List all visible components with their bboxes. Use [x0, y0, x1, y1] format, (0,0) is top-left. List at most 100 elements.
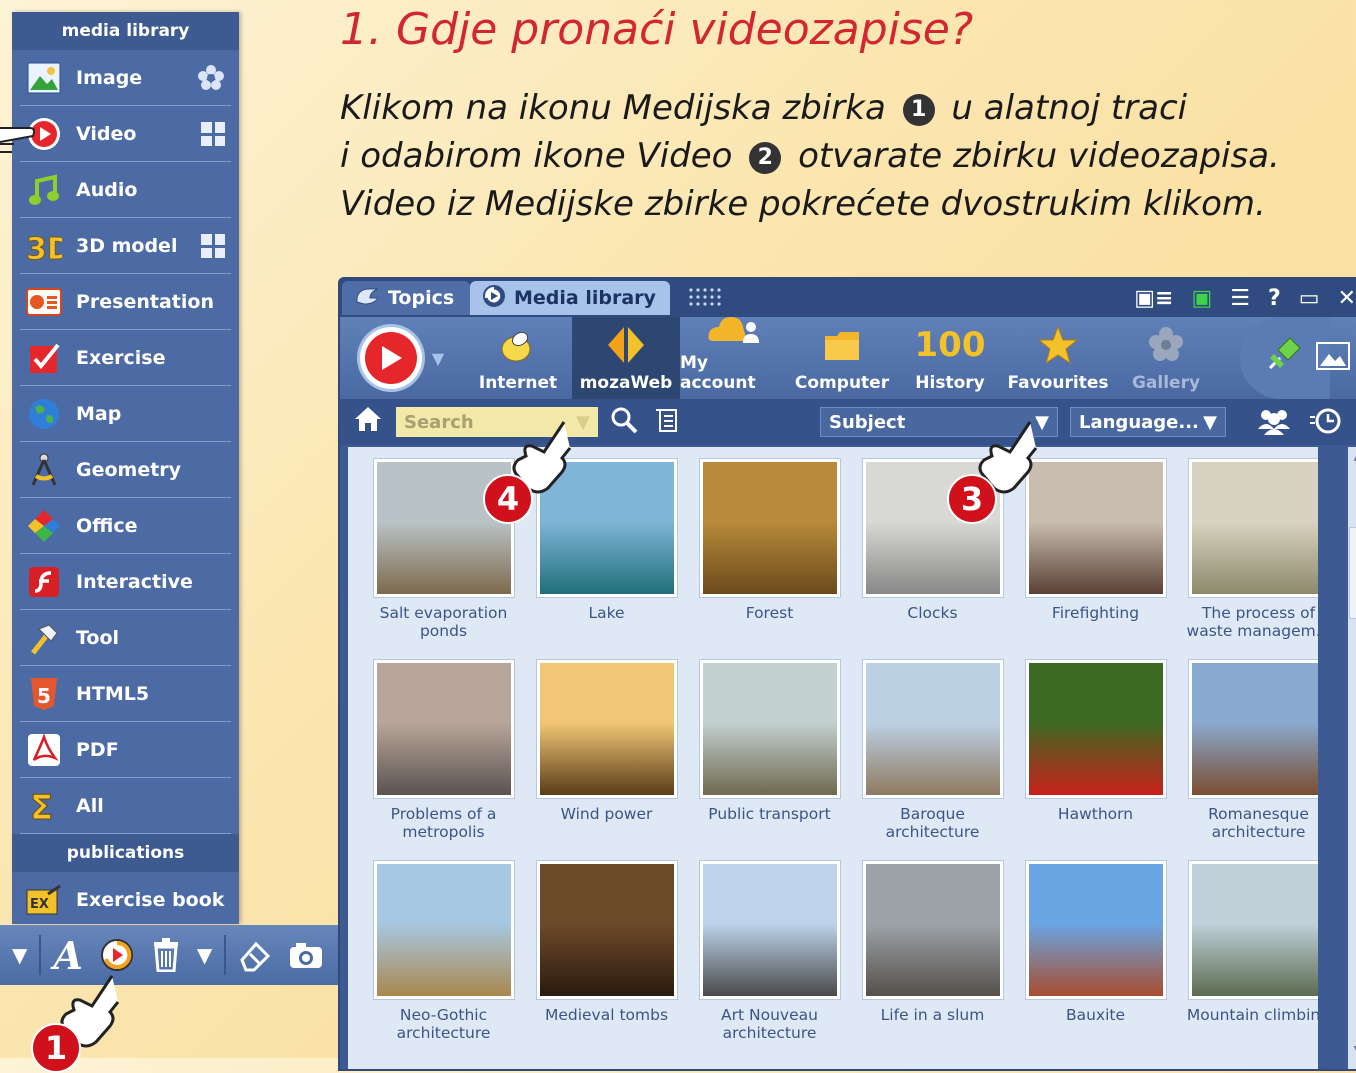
callout-badge-3: 3: [947, 474, 997, 524]
sidebar-item-geometry[interactable]: Geometry: [20, 442, 231, 498]
thumbnail-image[interactable]: [699, 459, 840, 597]
sidebar-item-exercise-book[interactable]: EX Exercise book: [20, 872, 231, 927]
thumbnail-image[interactable]: [536, 660, 677, 798]
thumbnail-image[interactable]: [1025, 459, 1166, 597]
sidebar-item-html5[interactable]: 5 HTML5: [20, 666, 231, 722]
sidebar-item-pdf[interactable]: PDF: [20, 722, 231, 778]
sidebar-item-label: Video: [76, 122, 137, 145]
play-icon: [364, 332, 417, 384]
green-square-icon[interactable]: ▣: [1191, 286, 1212, 311]
tab-topics[interactable]: Topics: [342, 281, 470, 315]
media-thumbnail[interactable]: Medieval tombs: [525, 861, 688, 1062]
mozaweb-icon: [606, 323, 646, 367]
media-thumbnail[interactable]: Baroque architecture: [851, 660, 1014, 861]
media-thumbnail[interactable]: Wind power: [525, 660, 688, 861]
clock-filter-icon[interactable]: [1308, 407, 1342, 441]
thumbnail-image[interactable]: [1025, 861, 1166, 999]
thumbnail-image[interactable]: [373, 861, 514, 999]
sidebar-item-tool[interactable]: Tool: [20, 610, 231, 666]
media-thumbnail[interactable]: Problems of a metropolis: [362, 660, 525, 861]
scroll-down-icon[interactable]: ▼: [1348, 1043, 1356, 1059]
thumbnail-caption: Medieval tombs: [544, 1006, 669, 1024]
ribbon-gallery[interactable]: Gallery: [1112, 317, 1220, 399]
sidebar-item-3d-model[interactable]: 3D 3D model: [20, 218, 231, 274]
audio-icon: [26, 172, 62, 208]
sidebar-item-map[interactable]: Map: [20, 386, 231, 442]
ribbon-history[interactable]: 100 History: [896, 317, 1004, 399]
scrollbar-thumb[interactable]: [1349, 527, 1356, 619]
thumbnail-image[interactable]: [1188, 861, 1318, 999]
instruction-text: u alatnoj traci: [951, 88, 1188, 128]
dropdown-arrow-icon[interactable]: ▼: [197, 943, 212, 967]
ribbon-my-account[interactable]: My account: [680, 317, 788, 399]
media-thumbnail[interactable]: Neo-Gothic architecture: [362, 861, 525, 1062]
media-thumbnail[interactable]: Romanesque architecture: [1177, 660, 1318, 861]
sidebar-item-label: All: [76, 794, 104, 817]
thumbnail-image[interactable]: [862, 660, 1003, 798]
dropdown-arrow-icon[interactable]: ▼: [576, 412, 590, 433]
sidebar-item-label: HTML5: [76, 682, 150, 705]
pin-button[interactable]: [1240, 317, 1350, 399]
ribbon-computer[interactable]: Computer: [788, 317, 896, 399]
trash-icon[interactable]: [151, 938, 181, 972]
sidebar-item-office[interactable]: Office: [20, 498, 231, 554]
media-thumbnail[interactable]: Bauxite: [1014, 861, 1177, 1062]
media-thumbnail[interactable]: Art Nouveau architecture: [688, 861, 851, 1062]
thumbnail-image[interactable]: [699, 861, 840, 999]
sidebar-item-audio[interactable]: Audio: [20, 162, 231, 218]
thumbnail-image[interactable]: [373, 660, 514, 798]
sidebar-header: media library: [12, 12, 239, 50]
text-tool-icon[interactable]: A: [53, 933, 82, 978]
sidebar-item-all[interactable]: Σ All: [20, 778, 231, 834]
search-icon[interactable]: [610, 406, 638, 438]
help-icon[interactable]: ?: [1268, 286, 1281, 311]
thumbnail-image[interactable]: [699, 660, 840, 798]
camera-icon[interactable]: [288, 940, 324, 970]
ribbon-label: History: [915, 373, 985, 393]
media-thumbnail[interactable]: The process of waste managem...: [1177, 459, 1318, 660]
media-thumbnail[interactable]: Mountain climbing: [1177, 861, 1318, 1062]
topics-icon: [354, 286, 380, 311]
thumbnail-caption: Clocks: [907, 604, 958, 622]
media-library-icon[interactable]: [99, 937, 135, 973]
sidebar-item-video[interactable]: Video: [20, 106, 231, 162]
home-icon[interactable]: [354, 406, 384, 438]
media-thumbnail[interactable]: Hawthorn: [1014, 660, 1177, 861]
thumbnail-caption: Neo-Gothic architecture: [396, 1006, 491, 1042]
list-view-icon[interactable]: ☰: [1230, 286, 1250, 311]
sidebar-item-presentation[interactable]: Presentation: [20, 274, 231, 330]
maximize-icon[interactable]: ▭: [1299, 286, 1320, 311]
tab-media-library[interactable]: Media library: [470, 281, 670, 315]
ribbon-internet[interactable]: Internet: [464, 317, 572, 399]
thumbnail-image[interactable]: [536, 861, 677, 999]
users-icon[interactable]: [1256, 407, 1292, 441]
dropdown-arrow-icon[interactable]: ▼: [432, 349, 444, 368]
media-thumbnail[interactable]: Life in a slum: [851, 861, 1014, 1062]
thumbnail-caption: Romanesque architecture: [1208, 805, 1309, 841]
close-icon[interactable]: ✕: [1338, 286, 1356, 311]
scroll-up-icon[interactable]: ▲: [1348, 447, 1356, 467]
thumbnail-image[interactable]: [862, 861, 1003, 999]
tab-bar: Topics Media library ▣≡ ▣ ☰ ? ▭ ✕: [340, 279, 1356, 317]
list-icon[interactable]: [654, 407, 680, 437]
sidebar-item-image[interactable]: Image: [20, 50, 231, 106]
media-thumbnail[interactable]: Forest: [688, 459, 851, 660]
sidebar-item-interactive[interactable]: Interactive: [20, 554, 231, 610]
sidebar-item-exercise[interactable]: Exercise: [20, 330, 231, 386]
eraser-icon[interactable]: [238, 938, 272, 972]
grid-icon: [201, 122, 225, 146]
view-toggle-icon[interactable]: ▣≡: [1134, 286, 1173, 311]
dropdown-arrow-icon[interactable]: ▼: [12, 943, 27, 967]
scrollbar[interactable]: ▲ ▼: [1348, 447, 1356, 1069]
instruction-text: otvarate zbirku videozapisa.: [798, 136, 1280, 176]
publications-header: publications: [12, 834, 239, 872]
grid-icon: [201, 234, 225, 258]
ribbon-favourites[interactable]: Favourites: [1004, 317, 1112, 399]
thumbnail-image[interactable]: [1188, 660, 1318, 798]
thumbnail-image[interactable]: [1188, 459, 1318, 597]
media-thumbnail[interactable]: Public transport: [688, 660, 851, 861]
thumbnail-image[interactable]: [1025, 660, 1166, 798]
ribbon-mozaweb[interactable]: mozaWeb: [572, 317, 680, 399]
play-button[interactable]: [359, 327, 422, 389]
language-select[interactable]: Language... ▼: [1070, 407, 1226, 437]
